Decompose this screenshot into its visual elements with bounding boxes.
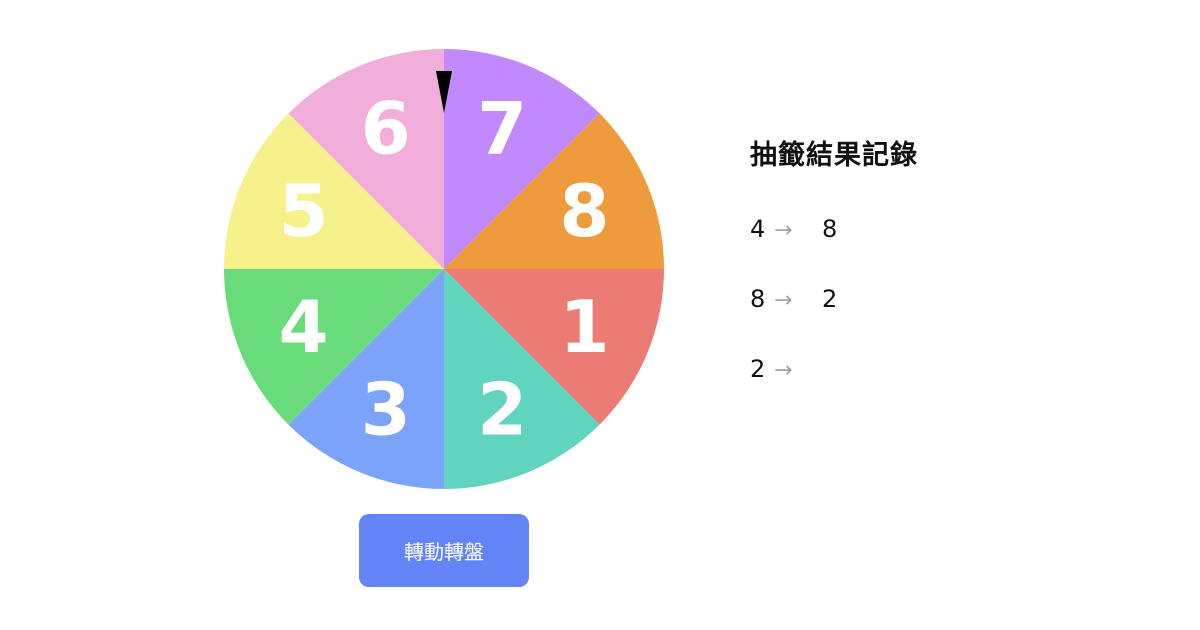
spin-wheel[interactable]: 1234 5678 [224,49,664,489]
history-item: 8 → 2 [750,284,837,316]
page: 12345678 轉動轉盤 抽籤結果記錄 4 → 8 8 → 2 2 → [0,0,1200,630]
wheel-graphic: 1234 56 78 [224,49,664,489]
wheel-segment-label: 7 [477,87,527,171]
wheel-segment-label: 6 [361,87,411,171]
arrow-icon: → [774,358,793,383]
wheel-segment-label: 8 [559,169,609,253]
wheel-segment-label: 4 [279,285,329,369]
wheel-segment-label: 2 [477,367,527,451]
history-item-from: 2 [750,355,766,383]
arrow-icon: → [774,288,793,313]
wheel-segments [224,49,664,489]
wheel-segment-label: 3 [361,367,411,451]
history-item: 2 → [750,354,822,386]
wheel-segment-label: 1 [559,285,609,369]
history-item-from: 4 [750,215,766,243]
result-history: 抽籤結果記錄 4 → 8 8 → 2 2 → [750,136,1150,383]
arrow-icon: → [774,218,793,243]
spin-button[interactable]: 轉動轉盤 [359,514,529,587]
history-title: 抽籤結果記錄 [750,140,918,171]
history-item-to: 2 [822,285,838,313]
history-item: 4 → 8 [750,214,837,246]
wheel-segment-label: 5 [279,169,329,253]
history-item-to: 8 [822,215,838,243]
history-item-from: 8 [750,285,766,313]
